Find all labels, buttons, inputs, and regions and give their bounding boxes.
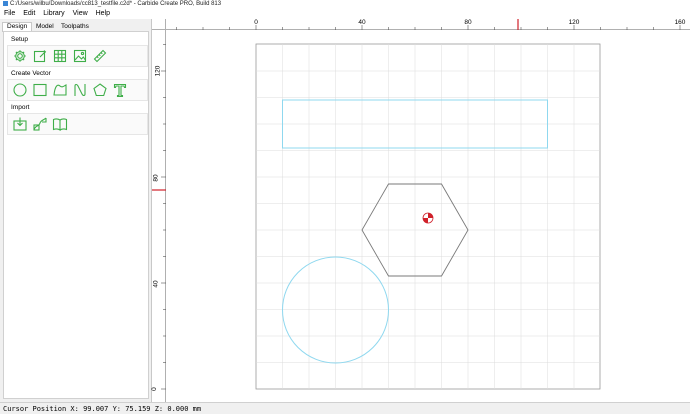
- ruler-top-ticks: [176, 19, 681, 30]
- menu-library[interactable]: Library: [40, 9, 67, 19]
- menu-file[interactable]: File: [0, 9, 18, 19]
- setup-group-title: Setup: [11, 36, 28, 43]
- ruler-top[interactable]: 0 40 80 120 160: [166, 19, 690, 30]
- setup-group: [7, 45, 148, 67]
- design-canvas[interactable]: [166, 30, 690, 402]
- ruler-y-label: 40: [152, 280, 160, 288]
- library-icon[interactable]: [52, 116, 68, 132]
- menu-help[interactable]: Help: [93, 9, 113, 19]
- design-tab-panel: Setup Create Vector Import: [3, 31, 149, 399]
- import-vector-icon[interactable]: [32, 116, 48, 132]
- ruler-corner: [152, 19, 166, 30]
- import-icon[interactable]: [12, 116, 28, 132]
- app-icon: [3, 0, 8, 6]
- carbide-create-window: C:/Users/wilbu/Downloads/cc813_testfile.…: [0, 0, 690, 414]
- title-bar: C:/Users/wilbu/Downloads/cc813_testfile.…: [0, 0, 690, 9]
- ruler-icon[interactable]: [92, 48, 108, 64]
- text-icon[interactable]: [112, 82, 128, 98]
- import-group: [7, 113, 148, 135]
- ruler-x-label: 120: [568, 19, 580, 26]
- menu-view[interactable]: View: [70, 9, 91, 19]
- menu-edit[interactable]: Edit: [20, 9, 38, 19]
- side-panel: Design Model Toolpaths Setup Create Vect…: [0, 19, 152, 402]
- ruler-x-label: 80: [464, 19, 472, 26]
- cursor-position-text: Cursor Position X: 99.007 Y: 75.159 Z: 0…: [3, 405, 202, 413]
- circle-icon[interactable]: [12, 82, 28, 98]
- ruler-y-label: 80: [152, 174, 160, 182]
- ruler-x-label: 160: [674, 19, 686, 26]
- import-group-title: Import: [11, 104, 30, 111]
- rectangle-icon[interactable]: [32, 82, 48, 98]
- edit-icon[interactable]: [32, 48, 48, 64]
- status-bar: Cursor Position X: 99.007 Y: 75.159 Z: 0…: [0, 402, 690, 414]
- grid-icon[interactable]: [52, 48, 68, 64]
- create-vector-group-title: Create Vector: [11, 70, 51, 77]
- gear-icon[interactable]: [12, 48, 28, 64]
- ruler-x-label: 0: [254, 19, 258, 26]
- ruler-y-label: 0: [150, 387, 158, 391]
- create-vector-group: [7, 79, 148, 101]
- ruler-left[interactable]: 120 80 40 0: [150, 30, 166, 402]
- ruler-left-ticks: [152, 44, 166, 390]
- polyline-icon[interactable]: [72, 82, 88, 98]
- polygon-icon[interactable]: [92, 82, 108, 98]
- window-title: C:/Users/wilbu/Downloads/cc813_testfile.…: [10, 1, 222, 7]
- origin-marker-icon: [422, 212, 434, 224]
- image-icon[interactable]: [72, 48, 88, 64]
- curve-icon[interactable]: [52, 82, 68, 98]
- ruler-x-label: 40: [358, 19, 366, 26]
- menu-bar: File Edit Library View Help: [0, 9, 690, 19]
- ruler-y-label: 120: [154, 65, 162, 77]
